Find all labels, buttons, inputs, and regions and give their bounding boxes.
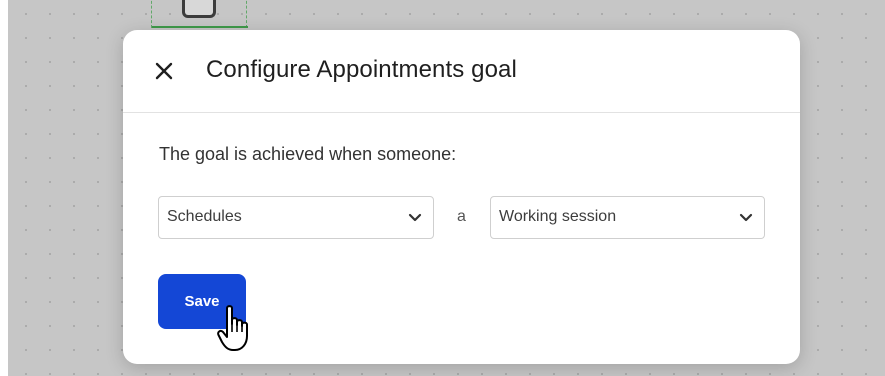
chevron-down-icon — [408, 213, 422, 223]
modal-title: Configure Appointments goal — [206, 56, 517, 83]
save-button-label: Save — [184, 293, 220, 310]
action-select[interactable]: Schedules — [158, 196, 434, 239]
save-button[interactable]: Save — [158, 274, 246, 329]
workflow-node — [151, 0, 248, 28]
node-icon — [182, 0, 216, 18]
goal-description: The goal is achieved when someone: — [159, 144, 457, 164]
event-select-value: Working session — [499, 208, 617, 225]
modal-header: Configure Appointments goal — [123, 30, 800, 113]
event-select[interactable]: Working session — [490, 196, 765, 239]
node-selection-line — [152, 26, 248, 28]
connector-text: a — [457, 208, 466, 225]
close-button[interactable] — [153, 60, 175, 82]
action-select-value: Schedules — [167, 208, 242, 225]
chevron-down-icon — [739, 213, 753, 223]
close-icon — [155, 62, 173, 80]
configure-goal-modal: Configure Appointments goal The goal is … — [123, 30, 800, 364]
